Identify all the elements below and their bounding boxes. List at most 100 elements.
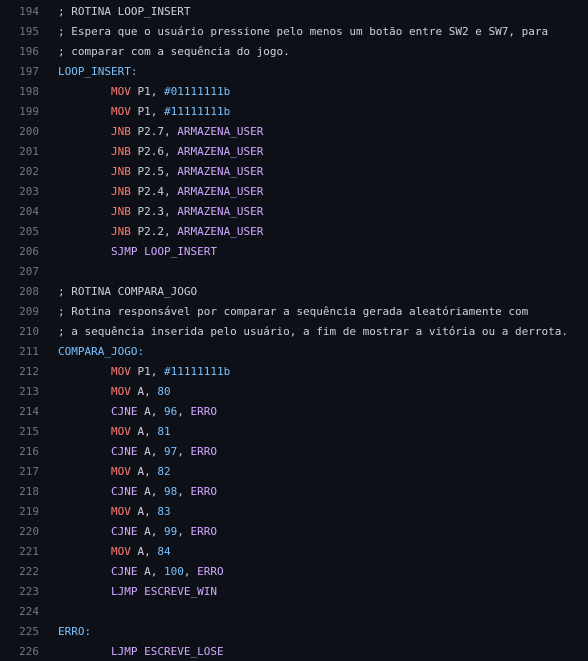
code-symbol: ARMAZENA_USER: [177, 164, 264, 178]
code-operand: ,: [177, 404, 191, 418]
line-number[interactable]: 223: [0, 585, 39, 598]
code-text: MOV P1, #11111111b: [39, 365, 588, 378]
code-line: 204 JNB P2.3, ARMAZENA_USER: [0, 201, 588, 221]
line-number[interactable]: 211: [0, 345, 39, 358]
line-number[interactable]: 207: [0, 265, 39, 278]
code-text: CJNE A, 99, ERRO: [39, 525, 588, 538]
code-text: JNB P2.5, ARMAZENA_USER: [39, 165, 588, 178]
line-number[interactable]: 200: [0, 125, 39, 138]
code-symbol: CJNE: [111, 404, 138, 418]
code-line: 199 MOV P1, #11111111b: [0, 101, 588, 121]
code-viewer: 194 ; ROTINA LOOP_INSERT 195 ; Espera que o…: [0, 0, 588, 661]
code-instruction: JNB: [111, 184, 131, 198]
code-literal: 97: [164, 444, 178, 458]
code-line: 208 ; ROTINA COMPARA_JOGO: [0, 281, 588, 301]
line-number[interactable]: 201: [0, 145, 39, 158]
code-label: ERRO:: [58, 624, 92, 638]
code-symbol: CJNE: [111, 444, 138, 458]
code-literal: 96: [164, 404, 178, 418]
line-number[interactable]: 194: [0, 5, 39, 18]
code-comment: ; a sequência inserida pelo usuário, a f…: [58, 324, 568, 338]
code-operand: P2.6,: [130, 144, 178, 158]
code-label: LOOP_INSERT:: [58, 64, 138, 78]
line-number[interactable]: 219: [0, 505, 39, 518]
line-number[interactable]: 225: [0, 625, 39, 638]
line-number[interactable]: 199: [0, 105, 39, 118]
code-line: 225 ERRO:: [0, 621, 588, 641]
line-number[interactable]: 224: [0, 605, 39, 618]
code-line: 219 MOV A, 83: [0, 501, 588, 521]
code-instruction: JNB: [111, 144, 131, 158]
line-number[interactable]: 196: [0, 45, 39, 58]
code-line: 213 MOV A, 80: [0, 381, 588, 401]
code-line: 195 ; Espera que o usuário pressione pelo…: [0, 21, 588, 41]
line-number[interactable]: 218: [0, 485, 39, 498]
code-operand: P1,: [130, 364, 164, 378]
code-text: JNB P2.2, ARMAZENA_USER: [39, 225, 588, 238]
code-line: 209 ; Rotina responsável por comparar a s…: [0, 301, 588, 321]
code-text: MOV A, 82: [39, 465, 588, 478]
code-symbol: CJNE: [111, 564, 138, 578]
code-line: 215 MOV A, 81: [0, 421, 588, 441]
line-number[interactable]: 226: [0, 645, 39, 658]
code-symbol: ARMAZENA_USER: [177, 204, 264, 218]
line-number[interactable]: 216: [0, 445, 39, 458]
code-text: CJNE A, 100, ERRO: [39, 565, 588, 578]
code-text: MOV A, 81: [39, 425, 588, 438]
line-number[interactable]: 210: [0, 325, 39, 338]
code-line: 207: [0, 261, 588, 281]
code-line: 216 CJNE A, 97, ERRO: [0, 441, 588, 461]
code-operand: ,: [177, 524, 191, 538]
code-operand: A,: [130, 424, 158, 438]
code-instruction: MOV: [111, 104, 131, 118]
code-line: 226 LJMP ESCREVE_LOSE: [0, 641, 588, 661]
code-label: COMPARA_JOGO:: [58, 344, 145, 358]
code-symbol: LJMP ESCREVE_LOSE: [111, 644, 224, 658]
code-symbol: ARMAZENA_USER: [177, 224, 264, 238]
code-text: ; comparar com a sequência do jogo.: [39, 45, 588, 58]
code-symbol: ERRO: [197, 564, 224, 578]
code-text: CJNE A, 98, ERRO: [39, 485, 588, 498]
line-number[interactable]: 197: [0, 65, 39, 78]
code-text: CJNE A, 96, ERRO: [39, 405, 588, 418]
code-text: JNB P2.6, ARMAZENA_USER: [39, 145, 588, 158]
line-number[interactable]: 222: [0, 565, 39, 578]
line-number[interactable]: 208: [0, 285, 39, 298]
line-number[interactable]: 202: [0, 165, 39, 178]
code-instruction: JNB: [111, 204, 131, 218]
code-literal: #01111111b: [164, 84, 231, 98]
code-line: 214 CJNE A, 96, ERRO: [0, 401, 588, 421]
code-line: 210 ; a sequência inserida pelo usuário, …: [0, 321, 588, 341]
line-number[interactable]: 221: [0, 545, 39, 558]
code-line: 218 CJNE A, 98, ERRO: [0, 481, 588, 501]
code-text: MOV P1, #11111111b: [39, 105, 588, 118]
code-text: COMPARA_JOGO:: [39, 345, 588, 358]
code-instruction: MOV: [111, 84, 131, 98]
line-number[interactable]: 206: [0, 245, 39, 258]
line-number[interactable]: 220: [0, 525, 39, 538]
code-text: SJMP LOOP_INSERT: [39, 245, 588, 258]
line-number[interactable]: 204: [0, 205, 39, 218]
line-number[interactable]: 203: [0, 185, 39, 198]
line-number[interactable]: 195: [0, 25, 39, 38]
line-number[interactable]: 214: [0, 405, 39, 418]
code-instruction: MOV: [111, 504, 131, 518]
line-number[interactable]: 213: [0, 385, 39, 398]
line-number[interactable]: 209: [0, 305, 39, 318]
line-number[interactable]: 198: [0, 85, 39, 98]
line-number[interactable]: 205: [0, 225, 39, 238]
code-comment: ; Espera que o usuário pressione pelo me…: [58, 24, 549, 38]
code-literal: #11111111b: [164, 364, 231, 378]
code-line: 221 MOV A, 84: [0, 541, 588, 561]
code-operand: P1,: [130, 104, 164, 118]
code-operand: A,: [137, 444, 164, 458]
code-literal: 81: [157, 424, 171, 438]
line-number[interactable]: 212: [0, 365, 39, 378]
code-symbol: ARMAZENA_USER: [177, 124, 264, 138]
code-instruction: MOV: [111, 424, 131, 438]
code-line: 220 CJNE A, 99, ERRO: [0, 521, 588, 541]
code-literal: 83: [157, 504, 171, 518]
line-number[interactable]: 217: [0, 465, 39, 478]
code-text: MOV A, 84: [39, 545, 588, 558]
line-number[interactable]: 215: [0, 425, 39, 438]
